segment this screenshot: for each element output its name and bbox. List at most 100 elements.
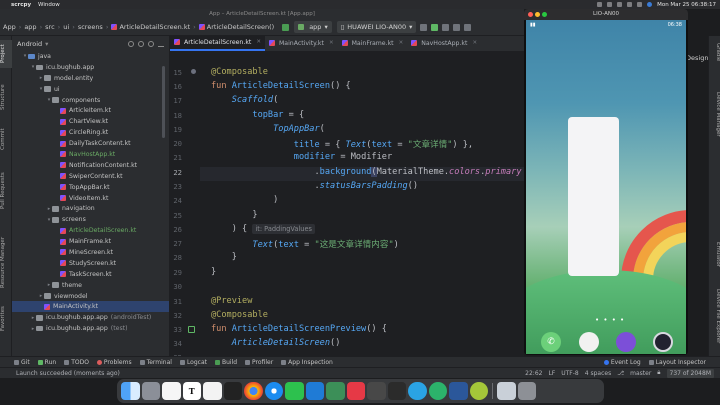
tree-item[interactable]: SwiperContent.kt [12, 171, 169, 182]
telegram-icon[interactable] [408, 381, 427, 401]
tree-item[interactable]: ArticleItem.kt [12, 105, 169, 116]
word-icon[interactable] [449, 381, 468, 401]
window-menu[interactable]: Window [38, 2, 60, 8]
project-scrollbar[interactable] [162, 66, 165, 138]
run-gutter-icon[interactable] [188, 326, 195, 333]
status-message[interactable]: Launch succeeded (moments ago) [16, 370, 120, 377]
tree-item[interactable]: ▾ icu.bughub.app [12, 62, 169, 73]
close-icon[interactable]: ✕ [472, 40, 477, 46]
messages-app-icon[interactable] [616, 332, 636, 352]
tree-item[interactable]: MainActivity.kt [12, 301, 169, 313]
tree-item[interactable]: ChartView.kt [12, 116, 169, 127]
tool-run[interactable]: Run [37, 359, 56, 366]
tree-item[interactable]: ▸ navigation [12, 203, 169, 214]
menubar-clock[interactable]: Mon Mar 25 06:38:17 [657, 2, 716, 8]
cursor-position[interactable]: 22:62 [525, 370, 542, 377]
xmind-icon[interactable] [346, 381, 365, 401]
tool-problems[interactable]: Problems [96, 359, 132, 366]
phone-app-icon[interactable]: ✆ [541, 332, 561, 352]
line-separator[interactable]: LF [548, 370, 555, 377]
hammer-icon[interactable] [282, 23, 290, 31]
tree-item[interactable]: ▾ components [12, 95, 169, 106]
close-window-icon[interactable] [528, 12, 533, 17]
view-mode-dropdown[interactable]: Android [17, 40, 42, 48]
tree-item[interactable]: MainFrame.kt [12, 236, 169, 247]
tool-profiler[interactable]: Profiler [245, 359, 273, 366]
tool-tab-emulator[interactable]: Emulator [709, 236, 720, 272]
breadcrumb-item[interactable]: App [3, 23, 16, 31]
tree-item[interactable]: ▾ screens [12, 214, 169, 225]
status-app-icon[interactable] [597, 2, 603, 7]
tool-tab-gradle[interactable]: Gradle [709, 40, 720, 64]
editor-tab[interactable]: ArticleDetailScreen.kt ✕ [170, 35, 265, 51]
tree-item[interactable]: NavHostApp.kt [12, 149, 169, 160]
tool-app-inspection[interactable]: App Inspection [281, 359, 333, 366]
tree-item[interactable]: StudyScreen.kt [12, 258, 169, 269]
tree-item[interactable]: DailyTaskContent.kt [12, 138, 169, 149]
wechat-icon[interactable] [285, 381, 304, 401]
tool-tab-resource-manager[interactable]: Resource Manager [0, 231, 12, 293]
run-icon[interactable] [431, 23, 439, 31]
battery-icon[interactable] [617, 2, 623, 7]
tool-tab-device-file-explorer[interactable]: Device File Explorer [709, 281, 720, 351]
tree-item[interactable]: ▸ model.entity [12, 73, 169, 84]
tool-tab-pull-requests[interactable]: Pull Requests [0, 166, 12, 216]
tree-item[interactable]: ▾ ui [12, 84, 169, 95]
camera-app-icon[interactable] [653, 332, 673, 352]
status-app-icon[interactable] [607, 2, 613, 7]
tool-tab-project[interactable]: Project [0, 40, 12, 68]
gear-icon[interactable] [148, 40, 154, 47]
breadcrumb-item[interactable]: src [45, 23, 55, 31]
tree-item[interactable]: TaskScreen.kt [12, 269, 169, 280]
recent-app-card[interactable] [568, 117, 619, 276]
tree-item[interactable]: VideoItem.kt [12, 193, 169, 204]
editor-tab[interactable]: MainActivity.kt ✕ [265, 35, 338, 51]
chrome-icon[interactable] [244, 381, 263, 401]
breadcrumb-item[interactable]: app [24, 23, 36, 31]
close-icon[interactable]: ✕ [256, 39, 261, 45]
close-icon[interactable]: ✕ [399, 40, 404, 46]
android-icon[interactable] [469, 381, 488, 401]
tree-item[interactable]: TopAppBar.kt [12, 182, 169, 193]
contacts-app-icon[interactable] [579, 332, 599, 352]
file-encoding[interactable]: UTF-8 [561, 370, 579, 377]
sublime-icon[interactable] [367, 381, 386, 401]
iterm-icon[interactable] [387, 381, 406, 401]
editor-tab[interactable]: MainFrame.kt ✕ [338, 35, 408, 51]
design-mode-label[interactable]: Design [686, 54, 708, 62]
tree-item[interactable]: NotificationContent.kt [12, 160, 169, 171]
debug-icon[interactable] [442, 23, 450, 31]
tree-item[interactable]: ▸ icu.bughub.app.app (androidTest) [12, 312, 169, 323]
search-icon[interactable] [637, 2, 643, 7]
launchpad-icon[interactable] [141, 381, 160, 401]
breadcrumb-item[interactable]: ArticleDetailScreen.kt [119, 23, 190, 31]
tool-git[interactable]: Git [14, 359, 30, 366]
app-menu-name[interactable]: scrcpy [11, 2, 31, 8]
tree-item[interactable]: CircleRing.kt [12, 127, 169, 138]
tool-event-log[interactable]: Event Log [603, 359, 641, 366]
close-icon[interactable]: ✕ [329, 40, 334, 46]
control-center-icon[interactable] [647, 2, 653, 7]
app-icon[interactable] [428, 381, 447, 401]
phone-screen[interactable]: ▮▮ 06:38 • • • • ✆ [526, 20, 686, 354]
device-dropdown[interactable]: ▯ HUAWEI LIO-AN00 ▾ [336, 21, 417, 33]
indent-setting[interactable]: 4 spaces [585, 370, 611, 377]
minimize-window-icon[interactable] [535, 12, 540, 17]
attach-icon[interactable] [464, 23, 472, 31]
locate-icon[interactable] [128, 40, 134, 47]
preview-icon[interactable] [497, 381, 516, 401]
terminal-icon[interactable] [223, 381, 242, 401]
tree-item[interactable]: MineScreen.kt [12, 247, 169, 258]
lock-icon[interactable]: 🔒︎ [657, 369, 660, 377]
tool-build[interactable]: Build [214, 359, 237, 366]
editor-tab[interactable]: NavHostApp.kt ✕ [407, 35, 481, 51]
collapse-icon[interactable] [138, 40, 144, 47]
finder-icon[interactable] [121, 381, 140, 401]
tree-item[interactable]: ▾ java [12, 51, 169, 62]
tree-item[interactable]: ▸ icu.bughub.app.app (test) [12, 323, 169, 334]
android-studio-icon[interactable] [326, 381, 345, 401]
run-config-dropdown[interactable]: app ▾ [294, 21, 332, 33]
tool-logcat[interactable]: Logcat [179, 359, 207, 366]
tool-tab-structure[interactable]: Structure [0, 80, 12, 114]
minimize-icon[interactable] [158, 41, 164, 47]
